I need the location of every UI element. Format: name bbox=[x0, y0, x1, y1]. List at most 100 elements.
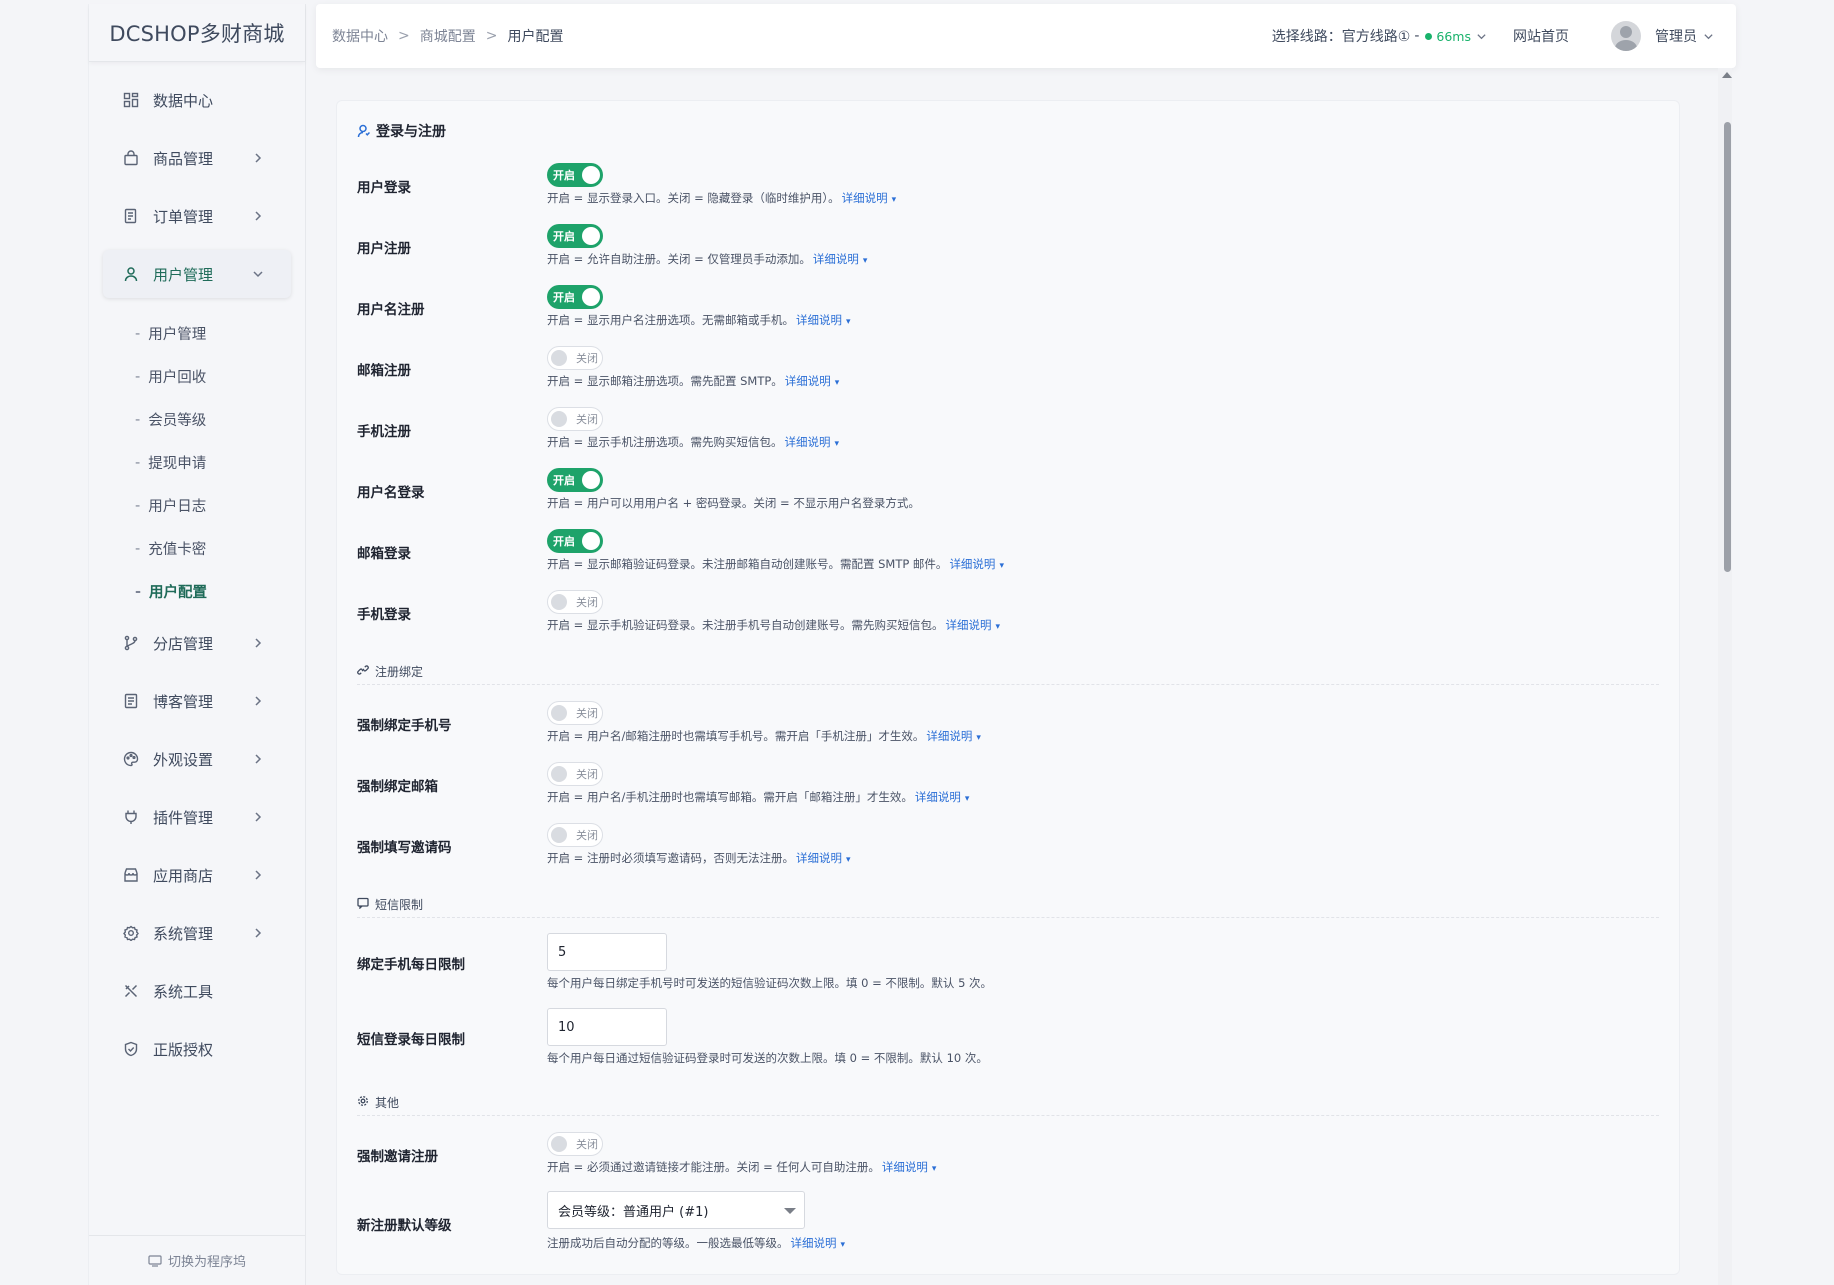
toggle-knob bbox=[582, 471, 600, 489]
submenu-item-user-recycle[interactable]: - 用户回收 bbox=[89, 355, 305, 398]
toggle-switch[interactable]: 开启 bbox=[547, 163, 603, 187]
setting-label: 强制绑定邮箱 bbox=[357, 779, 438, 795]
bind-phone-daily-limit-input[interactable] bbox=[547, 933, 667, 971]
toggle-knob bbox=[551, 411, 567, 427]
toggle-switch[interactable]: 关闭 bbox=[547, 701, 603, 725]
more-info-link[interactable]: 详细说明 bbox=[813, 252, 859, 266]
more-info-link[interactable]: 详细说明 bbox=[915, 790, 961, 804]
breadcrumb-item[interactable]: 商城配置 bbox=[420, 26, 476, 46]
toggle-switch[interactable]: 开启 bbox=[547, 468, 603, 492]
setting-label: 手机注册 bbox=[357, 424, 411, 440]
avatar[interactable] bbox=[1611, 21, 1641, 51]
submenu-item-user-config[interactable]: - 用户配置 bbox=[89, 570, 305, 613]
select-wrapper: 会员等级：普通用户 (#1) bbox=[547, 1191, 805, 1229]
toggle-state-label: 开启 bbox=[553, 291, 575, 304]
sidebar-item-appearance[interactable]: 外观设置 bbox=[103, 735, 291, 783]
toggle-email-login[interactable]: 开启 bbox=[547, 529, 603, 553]
more-info-link[interactable]: 详细说明 bbox=[796, 313, 842, 327]
header-right: 选择线路：官方线路① - 66ms 网站首页 管理员 bbox=[1272, 21, 1736, 51]
sidebar-item-dashboard[interactable]: 数据中心 bbox=[103, 76, 291, 124]
toggle-phone-login[interactable]: 关闭 bbox=[547, 590, 603, 614]
sidebar-item-branches[interactable]: 分店管理 bbox=[103, 619, 291, 667]
sidebar-item-license[interactable]: 正版授权 bbox=[103, 1025, 291, 1073]
caret-down-icon: ▾ bbox=[834, 378, 840, 388]
select-value: 会员等级：普通用户 (#1) bbox=[558, 1204, 709, 1220]
setting-label: 手机登录 bbox=[357, 607, 411, 623]
setting-row-user-register: 用户注册 开启 开启 = 允许自助注册。关闭 = 仅管理员手动添加。 详细说明 ▾ bbox=[357, 224, 1659, 280]
more-info-link[interactable]: 详细说明 bbox=[842, 191, 888, 205]
order-icon bbox=[121, 206, 141, 226]
submenu-item-label: 用户回收 bbox=[148, 370, 207, 386]
sms-login-daily-limit-input[interactable] bbox=[547, 1008, 667, 1046]
gear-icon bbox=[358, 1096, 368, 1106]
sidebar-item-tools[interactable]: 系统工具 bbox=[103, 967, 291, 1015]
toggle-user-register[interactable]: 开启 bbox=[547, 224, 603, 248]
admin-menu[interactable]: 管理员 bbox=[1655, 26, 1714, 46]
more-info-link[interactable]: 详细说明 bbox=[785, 374, 831, 388]
brand-logo[interactable]: DCSHOP多财商城 bbox=[89, 4, 305, 62]
toggle-switch[interactable]: 关闭 bbox=[547, 762, 603, 786]
site-home-link[interactable]: 网站首页 bbox=[1513, 26, 1569, 46]
toggle-email-register[interactable]: 关闭 bbox=[547, 346, 603, 370]
toggle-user-login[interactable]: 开启 bbox=[547, 163, 603, 187]
submenu-item-member-level[interactable]: - 会员等级 bbox=[89, 398, 305, 441]
submenu-item-user-manage[interactable]: - 用户管理 bbox=[89, 312, 305, 355]
setting-help: 注册成功后自动分配的等级。一般选最低等级。 详细说明 ▾ bbox=[547, 1235, 845, 1251]
setting-label: 短信登录每日限制 bbox=[357, 1032, 465, 1048]
toggle-username-login[interactable]: 开启 bbox=[547, 468, 603, 492]
sidebar-item-users[interactable]: 用户管理 bbox=[103, 250, 291, 298]
more-info-link[interactable]: 详细说明 bbox=[926, 729, 972, 743]
sidebar-item-label: 外观设置 bbox=[153, 750, 214, 769]
breadcrumb-current: 用户配置 bbox=[507, 29, 564, 45]
toggle-phone-register[interactable]: 关闭 bbox=[547, 407, 603, 431]
route-selector[interactable]: 选择线路：官方线路① - 66ms bbox=[1272, 26, 1487, 46]
admin-name: 管理员 bbox=[1655, 29, 1697, 45]
toggle-knob bbox=[551, 766, 567, 782]
setting-label: 强制绑定手机号 bbox=[357, 718, 452, 734]
help-text: 开启 = 显示手机验证码登录。未注册手机号自动创建账号。需先购买短信包。 bbox=[547, 618, 944, 632]
toggle-force-invite-register[interactable]: 关闭 bbox=[547, 1132, 603, 1156]
caret-down-icon: ▾ bbox=[840, 1240, 846, 1250]
toggle-force-invite-code[interactable]: 关闭 bbox=[547, 823, 603, 847]
toggle-switch[interactable]: 关闭 bbox=[547, 407, 603, 431]
toggle-username-register[interactable]: 开启 bbox=[547, 285, 603, 309]
toggle-switch[interactable]: 关闭 bbox=[547, 590, 603, 614]
more-info-link[interactable]: 详细说明 bbox=[791, 1236, 837, 1250]
toggle-switch[interactable]: 关闭 bbox=[547, 1132, 603, 1156]
submenu-item-user-log[interactable]: - 用户日志 bbox=[89, 484, 305, 527]
toggle-state-label: 开启 bbox=[553, 474, 575, 487]
group-title-sms-limit: 短信限制 bbox=[357, 896, 1659, 918]
toggle-force-bind-email[interactable]: 关闭 bbox=[547, 762, 603, 786]
sidebar-item-orders[interactable]: 订单管理 bbox=[103, 192, 291, 240]
sidebar-item-system[interactable]: 系统管理 bbox=[103, 909, 291, 957]
submenu-item-label: 用户配置 bbox=[149, 585, 208, 601]
chevron-down-icon bbox=[253, 271, 263, 278]
submenu-item-label: 用户日志 bbox=[148, 499, 207, 515]
more-info-link[interactable]: 详细说明 bbox=[945, 618, 991, 632]
more-info-link[interactable]: 详细说明 bbox=[796, 851, 842, 865]
more-info-link[interactable]: 详细说明 bbox=[949, 557, 995, 571]
sidebar-item-products[interactable]: 商品管理 bbox=[103, 134, 291, 182]
sidebar-item-blog[interactable]: 博客管理 bbox=[103, 677, 291, 725]
sidebar-item-plugins[interactable]: 插件管理 bbox=[103, 793, 291, 841]
toggle-force-bind-phone[interactable]: 关闭 bbox=[547, 701, 603, 725]
toggle-switch[interactable]: 开启 bbox=[547, 529, 603, 553]
sidebar-item-label: 博客管理 bbox=[153, 692, 214, 711]
toggle-switch[interactable]: 开启 bbox=[547, 285, 603, 309]
toggle-switch[interactable]: 关闭 bbox=[547, 823, 603, 847]
help-text: 开启 = 显示邮箱验证码登录。未注册邮箱自动创建账号。需配置 SMTP 邮件。 bbox=[547, 557, 948, 571]
submenu-item-recharge-card[interactable]: - 充值卡密 bbox=[89, 527, 305, 570]
ping-value: 66ms bbox=[1436, 28, 1471, 44]
submenu-item-withdraw[interactable]: - 提现申请 bbox=[89, 441, 305, 484]
default-level-select[interactable]: 会员等级：普通用户 (#1) bbox=[547, 1191, 805, 1229]
switch-dock-button[interactable]: 切换为程序坞 bbox=[89, 1235, 305, 1285]
more-info-link[interactable]: 详细说明 bbox=[784, 435, 830, 449]
scroll-up-arrow-icon[interactable] bbox=[1722, 72, 1732, 78]
sidebar-item-label: 插件管理 bbox=[153, 808, 214, 827]
sidebar-item-app-store[interactable]: 应用商店 bbox=[103, 851, 291, 899]
toggle-switch[interactable]: 关闭 bbox=[547, 346, 603, 370]
scrollbar-thumb[interactable] bbox=[1724, 122, 1731, 572]
breadcrumb-item[interactable]: 数据中心 bbox=[332, 26, 388, 46]
toggle-switch[interactable]: 开启 bbox=[547, 224, 603, 248]
more-info-link[interactable]: 详细说明 bbox=[882, 1160, 928, 1174]
